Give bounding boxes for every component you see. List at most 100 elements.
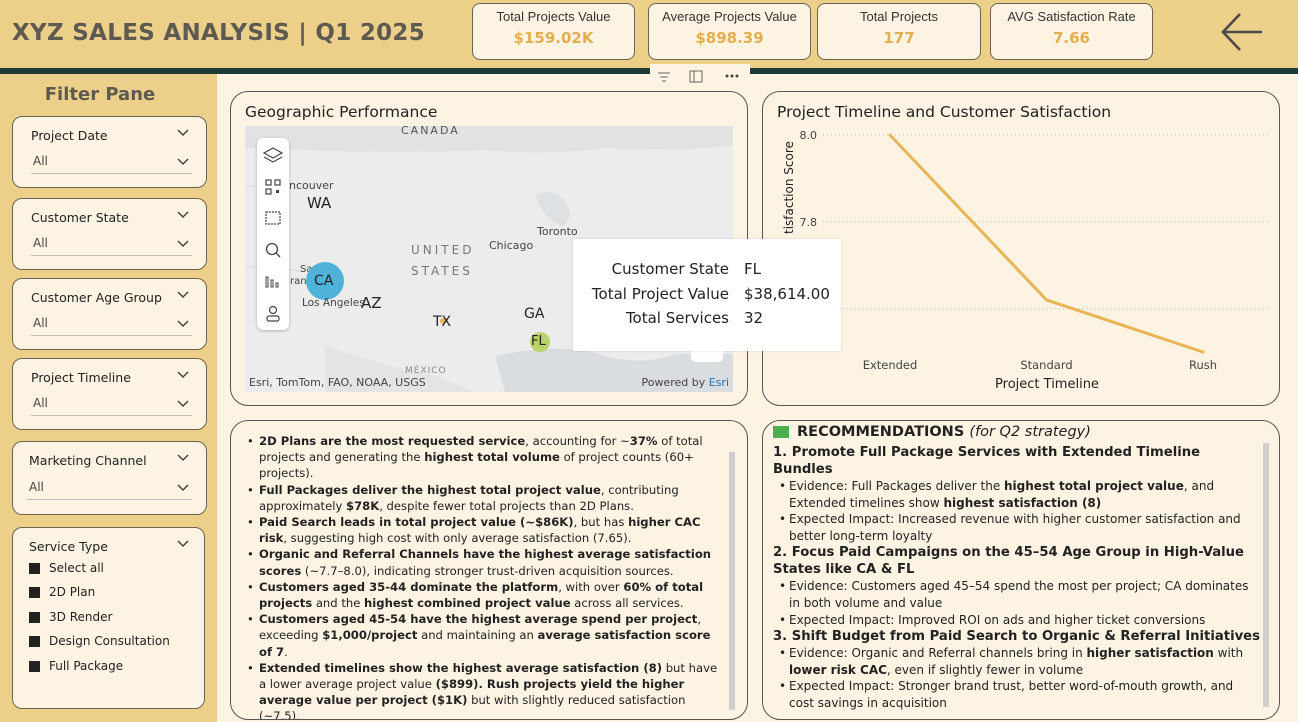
kpi-value: 7.66 (1052, 29, 1090, 47)
evidence-text: Evidence: Organic and Referral channels … (789, 646, 1087, 661)
slicer-customer-state[interactable]: Customer State All (12, 198, 207, 270)
data-point[interactable] (1201, 350, 1205, 354)
series-line[interactable] (888, 133, 1204, 354)
checkbox[interactable] (29, 660, 40, 672)
recommendation-evidence: Evidence: Organic and Referral channels … (773, 645, 1261, 678)
chart-x-ticks: Extended Standard Rush (863, 358, 1217, 372)
service-option-design-consultation[interactable]: Design Consultation (29, 632, 170, 650)
slicer-value: All (33, 154, 48, 168)
slicer-dropdown[interactable]: All (31, 312, 192, 336)
layers-icon[interactable] (262, 147, 284, 163)
qr-select-icon[interactable] (265, 179, 281, 195)
x-tick-label: Standard (1020, 358, 1072, 372)
chevron-down-icon[interactable] (176, 538, 190, 550)
chevron-down-icon[interactable] (176, 209, 190, 221)
rectangle-select-icon[interactable] (265, 211, 281, 225)
chevron-down-icon[interactable] (176, 369, 190, 381)
recommendation-heading: 1. Promote Full Package Services with Ex… (773, 445, 1201, 477)
option-label: 2D Plan (49, 585, 96, 599)
insight-text: across all services. (570, 596, 684, 611)
recommendation-points: Evidence: Full Packages deliver the high… (773, 478, 1261, 544)
slicer-dropdown[interactable]: All (31, 392, 192, 416)
insight-item: Customers aged 35-44 dominate the platfo… (245, 579, 725, 611)
recommendations-subtitle: (for Q2 strategy) (969, 424, 1091, 440)
insight-item: Extended timelines show the highest aver… (245, 660, 725, 719)
evidence-text: Evidence: Full Packages deliver the (789, 479, 1005, 493)
evidence-bold-text: highest satisfaction (8) (943, 495, 1102, 510)
person-icon[interactable] (266, 305, 280, 322)
insight-bold-text: $1,000/project (322, 628, 418, 643)
option-label: Full Package (49, 659, 124, 673)
insight-bold-text: Customers aged 35-44 dominate the platfo… (259, 579, 559, 594)
insight-text: , but has (573, 515, 629, 530)
panel-title: Geographic Performance (245, 103, 438, 121)
filter-pane-title: Filter Pane (44, 84, 156, 105)
chevron-down-icon[interactable] (176, 127, 190, 139)
kpi-label: Total Projects (859, 9, 939, 24)
kpi-card-total-projects-value[interactable]: Total Projects Value $159.02K (472, 3, 635, 60)
insight-text: , accounting for ~ (525, 434, 630, 448)
kpi-value: $159.02K (513, 29, 594, 47)
x-tick-label: Extended (863, 358, 918, 372)
more-options-icon[interactable] (725, 74, 739, 78)
check-box-icon (773, 426, 789, 438)
search-icon[interactable] (265, 242, 281, 258)
option-label: 3D Render (49, 610, 113, 624)
map-label-wa: WA (307, 194, 332, 212)
slicer-customer-age-group[interactable]: Customer Age Group All (12, 278, 207, 350)
recommendations-body: 1. Promote Full Package Services with Ex… (773, 444, 1261, 712)
insight-text: , despite fewer total projects than 2D P… (379, 498, 634, 513)
map-label-tx: TX (433, 314, 452, 330)
map-attribution: Esri, TomTom, FAO, NOAA, USGS (249, 376, 426, 389)
evidence-bold-text: highest total project value (1004, 479, 1184, 493)
slicer-dropdown[interactable]: All (27, 476, 192, 500)
map-label-canada: CANADA (401, 126, 460, 137)
esri-link[interactable]: Esri (709, 376, 729, 389)
data-point[interactable] (888, 133, 892, 137)
arrow-left-icon[interactable] (1220, 10, 1264, 54)
slicer-project-date[interactable]: Project Date All (12, 116, 207, 188)
checkbox[interactable] (29, 562, 40, 574)
map-label-chicago: Chicago (489, 239, 534, 252)
scrollbar[interactable] (1263, 443, 1269, 707)
map-label-mexico: MÉXICO (405, 366, 447, 376)
slicer-label: Marketing Channel (29, 453, 147, 468)
slicer-value: All (33, 396, 48, 410)
checkbox[interactable] (29, 635, 40, 647)
data-point[interactable] (1045, 298, 1048, 302)
map-label-ca: CA (314, 273, 334, 289)
chart-series (888, 133, 1205, 354)
slicer-marketing-channel[interactable]: Marketing Channel All (12, 441, 207, 515)
service-option-2d-plan[interactable]: 2D Plan (29, 583, 95, 601)
slicer-label: Customer State (31, 210, 129, 225)
recommendation-heading: 2. Focus Paid Campaigns on the 45–54 Age… (773, 545, 1244, 578)
kpi-card-total-projects[interactable]: Total Projects 177 (817, 3, 981, 60)
insight-bold-text: 37% (629, 434, 658, 448)
checkbox[interactable] (29, 611, 40, 623)
service-option-select-all[interactable]: Select all (29, 559, 104, 577)
chart-icon[interactable] (265, 276, 279, 288)
kpi-card-average-projects-value[interactable]: Average Projects Value $898.39 (648, 3, 811, 60)
service-option-full-package[interactable]: Full Package (29, 657, 123, 675)
insight-text: , with over (558, 579, 624, 594)
scrollbar[interactable] (729, 452, 735, 710)
map-label-az: AZ (361, 294, 382, 312)
recommendation-points: Evidence: Customers aged 45–54 spend the… (773, 578, 1261, 628)
checkbox[interactable] (29, 586, 40, 598)
evidence-text: , even if slightly fewer in volume (886, 662, 1084, 677)
chevron-down-icon[interactable] (176, 289, 190, 301)
chevron-down-icon[interactable] (176, 452, 190, 464)
slicer-project-timeline[interactable]: Project Timeline All (12, 358, 207, 430)
chart-y-axis-label: tisfaction Score (782, 141, 796, 234)
service-option-3d-render[interactable]: 3D Render (29, 608, 112, 626)
map-label-los-angeles: Los Angeles (302, 297, 365, 309)
option-label: Select all (49, 561, 104, 575)
tooltip-value: 32 (744, 309, 764, 327)
kpi-value: 177 (883, 29, 915, 47)
insight-bold-text: 2D Plans are the most requested service (259, 434, 526, 448)
insight-item: Full Packages deliver the highest total … (245, 482, 725, 514)
slicer-label: Project Date (31, 128, 108, 143)
slicer-dropdown[interactable]: All (31, 150, 192, 174)
kpi-card-avg-satisfaction-rate[interactable]: AVG Satisfaction Rate 7.66 (990, 3, 1153, 60)
slicer-dropdown[interactable]: All (31, 232, 192, 256)
